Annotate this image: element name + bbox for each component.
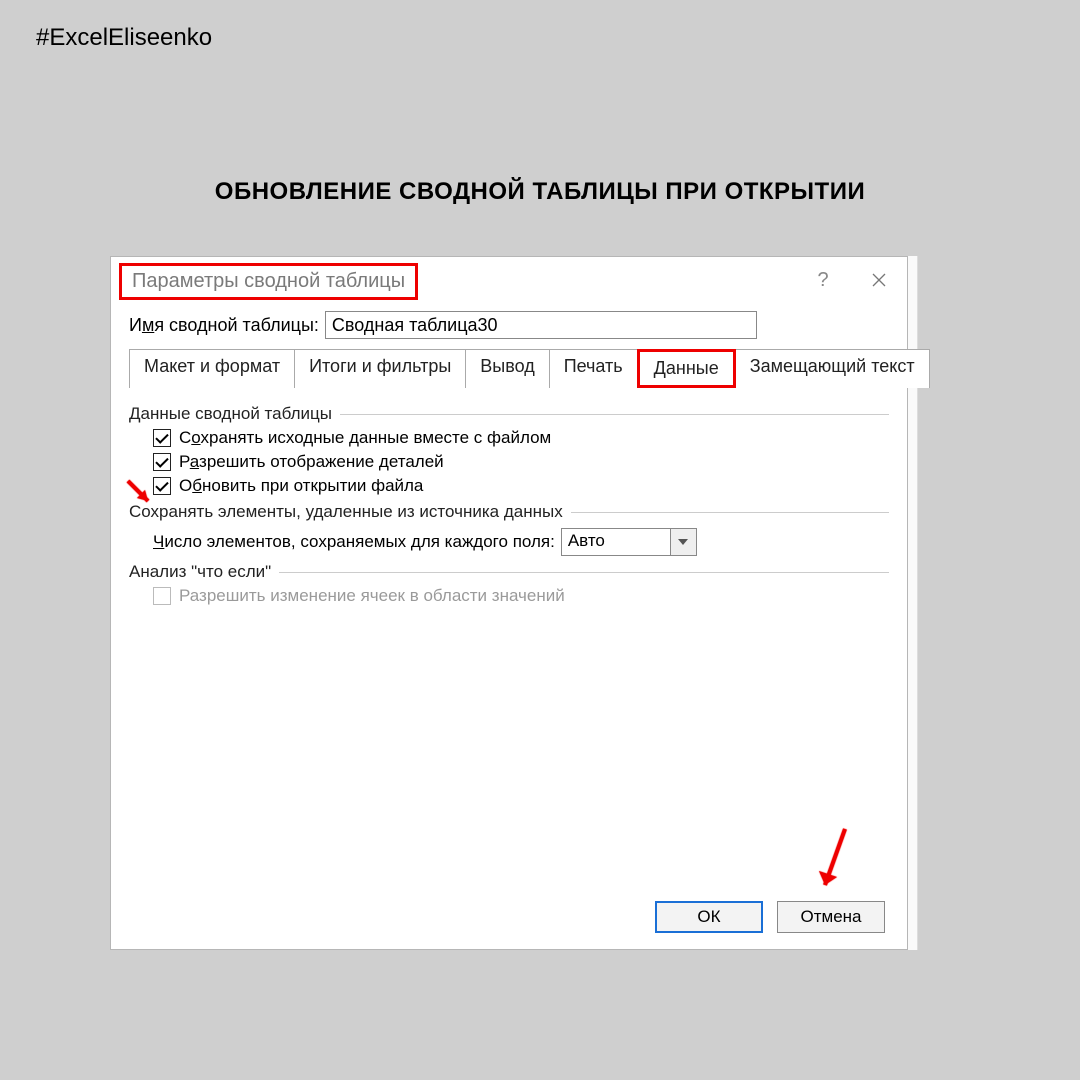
tab-data[interactable]: Данные [637, 349, 736, 388]
retain-count-combo[interactable]: Авто [561, 528, 671, 556]
chk-show-details-label: Разрешить отображение деталей [179, 452, 444, 472]
retain-count-label: Число элементов, сохраняемых для каждого… [153, 532, 555, 552]
hashtag-label: #ExcelEliseenko [36, 24, 212, 52]
annotation-arrow-1 [125, 478, 157, 510]
close-button[interactable] [851, 257, 907, 303]
retain-count-dropdown-button[interactable] [671, 528, 697, 556]
chk-show-details[interactable] [153, 453, 171, 471]
page-title: ОБНОВЛЕНИЕ СВОДНОЙ ТАБЛИЦЫ ПРИ ОТКРЫТИИ [0, 178, 1080, 206]
chk-save-source[interactable] [153, 429, 171, 447]
annotation-arrow-2 [815, 825, 855, 901]
tab-alt-text[interactable]: Замещающий текст [735, 349, 930, 388]
group-pivotdata-label: Данные сводной таблицы [129, 404, 332, 424]
tab-layout-format[interactable]: Макет и формат [129, 349, 295, 388]
dialog-title-highlight: Параметры сводной таблицы [119, 263, 418, 300]
tab-display[interactable]: Вывод [465, 349, 549, 388]
tab-totals-filters[interactable]: Итоги и фильтры [294, 349, 466, 388]
chk-save-source-label: Сохранять исходные данные вместе с файло… [179, 428, 551, 448]
name-label: Имя сводной таблицы: [129, 315, 319, 336]
chk-refresh-on-open-label: Обновить при открытии файла [179, 476, 423, 496]
dialog-titlebar: Параметры сводной таблицы ? [111, 257, 907, 303]
tab-print[interactable]: Печать [549, 349, 638, 388]
pivot-name-input[interactable] [325, 311, 757, 339]
chk-allow-edit-values-label: Разрешить изменение ячеек в области знач… [179, 586, 565, 606]
group-retain-label: Сохранять элементы, удаленные из источни… [129, 502, 563, 522]
tab-bar: Макет и формат Итоги и фильтры Вывод Печ… [129, 349, 889, 388]
chk-allow-edit-values [153, 587, 171, 605]
cancel-button[interactable]: Отмена [777, 901, 885, 933]
ok-button[interactable]: ОК [655, 901, 763, 933]
data-tab-panel: Данные сводной таблицы Сохранять исходны… [129, 388, 889, 606]
group-whatif-label: Анализ "что если" [129, 562, 271, 582]
dialog-title: Параметры сводной таблицы [122, 266, 415, 297]
help-button[interactable]: ? [795, 257, 851, 303]
pivot-options-dialog: Параметры сводной таблицы ? Имя сводной … [110, 256, 908, 950]
